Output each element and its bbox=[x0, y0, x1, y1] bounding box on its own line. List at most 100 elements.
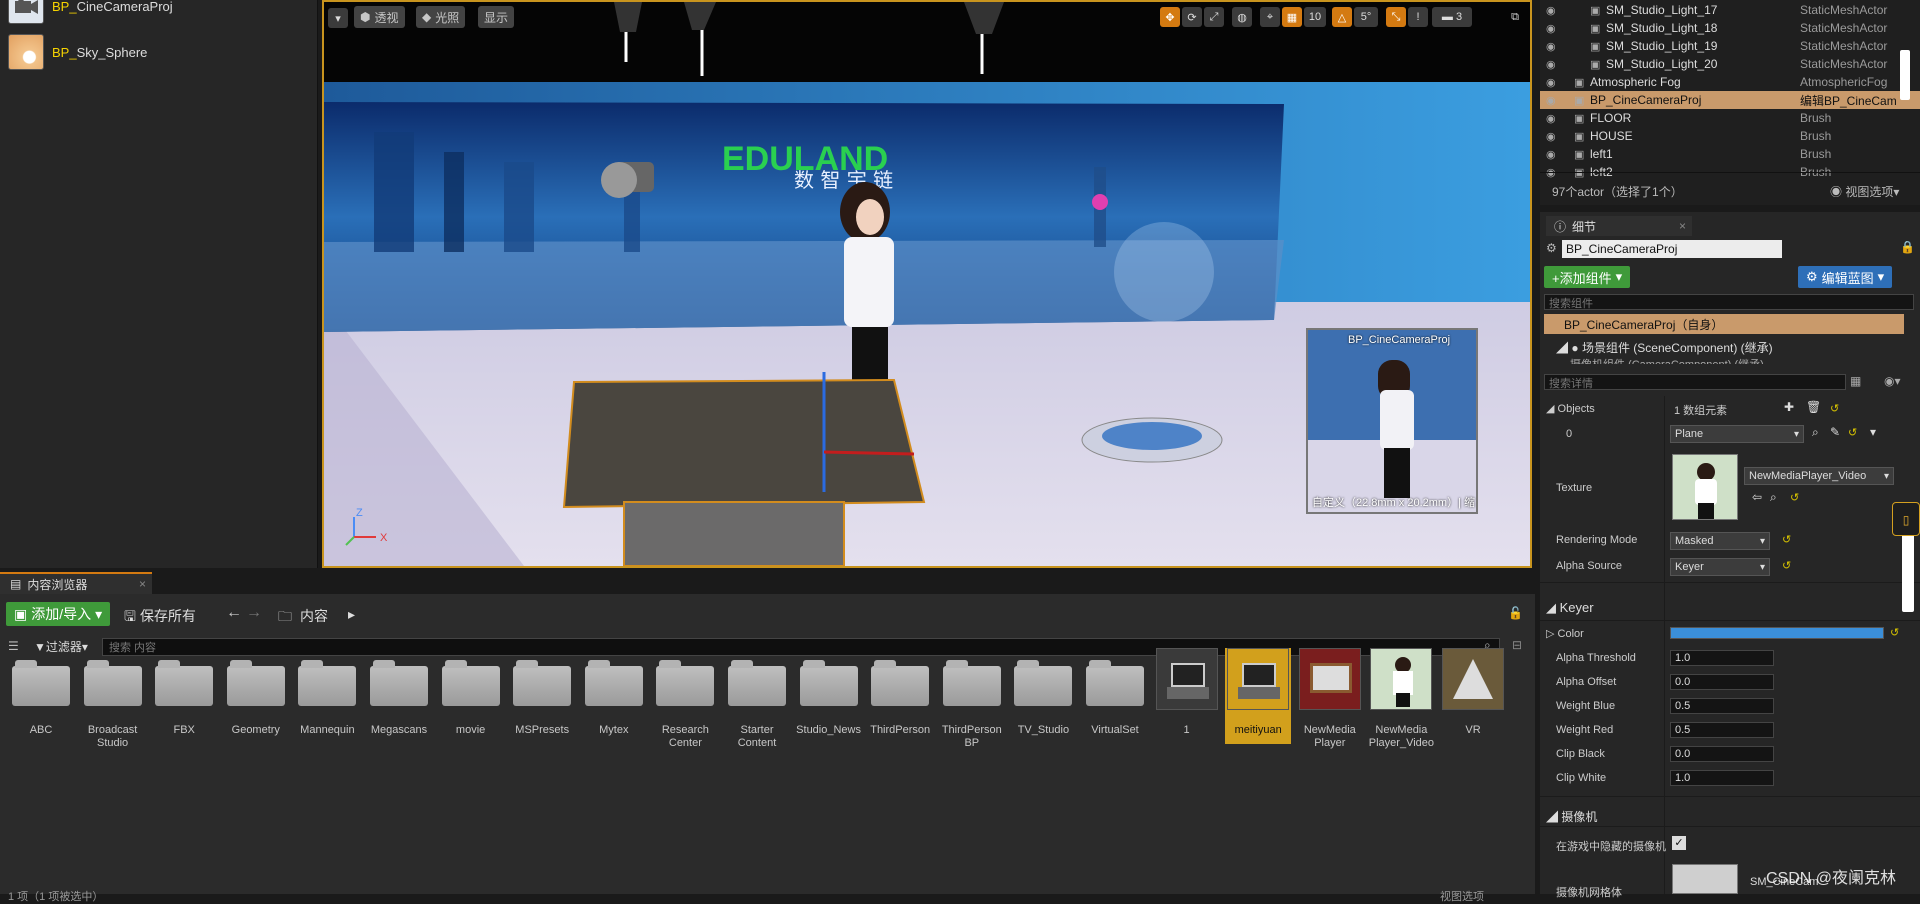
clip-white-input[interactable]: 1.0 bbox=[1670, 770, 1774, 786]
outliner-row[interactable]: ◉ ▣ SM_Studio_Light_17 StaticMeshActor bbox=[1540, 1, 1920, 19]
lock-icon[interactable]: 🔒 bbox=[1900, 240, 1915, 254]
close-icon[interactable]: × bbox=[139, 577, 146, 591]
asset-starter-content[interactable]: Starter Content bbox=[724, 660, 790, 750]
scene-component-row[interactable]: ◢ ● 场景组件 (SceneComponent) (继承) bbox=[1556, 339, 1773, 356]
self-component-row[interactable]: BP_CineCameraProj（自身） bbox=[1544, 314, 1904, 334]
world-space-icon[interactable]: ◍ bbox=[1232, 7, 1252, 27]
search-details-input[interactable]: 搜索详情 bbox=[1544, 374, 1846, 390]
add-component-button[interactable]: +添加组件 ▾ bbox=[1544, 266, 1631, 288]
eye-icon[interactable]: ◉ bbox=[1546, 130, 1556, 143]
perspective-button[interactable]: ⬢ 透视 bbox=[354, 6, 405, 28]
eye-icon[interactable]: ◉ bbox=[1546, 148, 1556, 161]
eye-icon[interactable]: ◉ bbox=[1546, 40, 1556, 53]
outliner-row[interactable]: ◉ ▣ SM_Studio_Light_20 StaticMeshActor bbox=[1540, 55, 1920, 73]
translate-mode-icon[interactable]: ✥ bbox=[1160, 7, 1180, 27]
texture-thumbnail[interactable] bbox=[1672, 454, 1738, 520]
asset-vr[interactable]: VR bbox=[1440, 648, 1506, 737]
surface-snap-icon[interactable]: ⌖ bbox=[1260, 7, 1280, 27]
show-button[interactable]: 显示 bbox=[478, 6, 515, 28]
actor-name-input[interactable]: BP_CineCameraProj bbox=[1562, 240, 1782, 258]
asset-fbx[interactable]: FBX bbox=[151, 660, 217, 737]
use-selected-icon[interactable]: ⇦ bbox=[1752, 490, 1762, 504]
add-element-icon[interactable]: ✚ bbox=[1784, 400, 1794, 414]
forward-arrow-icon[interactable]: → bbox=[246, 604, 262, 622]
asset-mannequin[interactable]: Mannequin bbox=[294, 660, 360, 737]
eye-icon[interactable]: ◉ bbox=[1546, 58, 1556, 71]
tab-details[interactable]: ⓘ 细节 × bbox=[1546, 216, 1692, 236]
outliner-row[interactable]: ◉ ▣ HOUSE Brush bbox=[1540, 127, 1920, 145]
eye-icon[interactable]: ◉ bbox=[1546, 4, 1556, 17]
maximize-viewport-icon[interactable]: ⧉ bbox=[1506, 7, 1524, 27]
eye-icon[interactable]: ◉ bbox=[1546, 94, 1556, 107]
weight-red-input[interactable]: 0.5 bbox=[1670, 722, 1774, 738]
chevron-down-icon[interactable]: ▾ bbox=[1870, 425, 1876, 439]
close-icon[interactable]: × bbox=[1679, 219, 1686, 233]
viewport-options-button[interactable]: ▾ bbox=[328, 8, 348, 28]
hide-camera-checkbox[interactable]: ✓ bbox=[1672, 836, 1686, 850]
edit-blueprint-button[interactable]: ⚙ 编辑蓝图 ▾ bbox=[1798, 266, 1893, 288]
keyer-section[interactable]: ◢ Keyer bbox=[1546, 600, 1594, 616]
outliner-row[interactable]: ◉ ▣ SM_Studio_Light_18 StaticMeshActor bbox=[1540, 19, 1920, 37]
level-viewport[interactable]: EDULAND 数 智 宇 链 Z X ▾ ⬢ 透视 ◆ 光照 显示 ✥ ⟳ ⤢… bbox=[322, 0, 1532, 568]
breadcrumb[interactable]: 🗀 内容 ▸ bbox=[278, 606, 355, 630]
browse-icon[interactable]: ⌕ bbox=[1812, 425, 1819, 440]
asset-abc[interactable]: ABC bbox=[8, 660, 74, 737]
color-swatch[interactable] bbox=[1670, 627, 1884, 639]
asset-meitiyuan[interactable]: meitiyuan bbox=[1225, 648, 1292, 744]
save-all-button[interactable]: 🖫 保存所有 bbox=[124, 606, 196, 630]
asset-studio-news[interactable]: Studio_News bbox=[796, 660, 862, 737]
sidebar-toggle-icon[interactable]: ▯ bbox=[1892, 502, 1920, 536]
outliner-row[interactable]: ◉ ▣ BP_CineCameraProj 编辑BP_CineCam bbox=[1540, 91, 1920, 109]
plane-select[interactable]: Plane bbox=[1670, 425, 1804, 443]
lock-icon[interactable]: 🔓 bbox=[1508, 606, 1523, 620]
asset-newmedia-player-video[interactable]: NewMedia Player_Video bbox=[1368, 648, 1434, 750]
content-view-options[interactable]: 视图选项 bbox=[1440, 888, 1484, 904]
eye-icon[interactable]: ◉ bbox=[1546, 112, 1556, 125]
asset-mspresets[interactable]: MSPresets bbox=[509, 660, 575, 737]
reset-icon[interactable]: ↺ bbox=[1782, 533, 1791, 546]
weight-blue-input[interactable]: 0.5 bbox=[1670, 698, 1774, 714]
rotate-mode-icon[interactable]: ⟳ bbox=[1182, 7, 1202, 27]
search-components-input[interactable]: 搜索组件 bbox=[1544, 294, 1914, 310]
angle-snap-value[interactable]: 5° bbox=[1354, 7, 1378, 27]
grid-snap-value[interactable]: 10 bbox=[1304, 7, 1326, 27]
scale-snap-icon[interactable]: ⤡ bbox=[1386, 7, 1406, 27]
scale-mode-icon[interactable]: ⤢ bbox=[1204, 7, 1224, 27]
outliner-scrollbar[interactable] bbox=[1900, 50, 1910, 100]
scale-snap-toggle[interactable]: ! bbox=[1408, 7, 1428, 27]
lit-mode-button[interactable]: ◆ 光照 bbox=[416, 6, 466, 28]
browse-icon[interactable]: ⌕ bbox=[1770, 490, 1777, 505]
pick-icon[interactable]: ✎ bbox=[1830, 425, 1840, 439]
asset-movie[interactable]: movie bbox=[438, 660, 504, 737]
asset-geometry[interactable]: Geometry bbox=[223, 660, 289, 737]
back-arrow-icon[interactable]: ← bbox=[226, 604, 242, 622]
asset-research-center[interactable]: Research Center bbox=[652, 660, 718, 750]
camera-component-row[interactable]: 摄像机组件 (CameraComponent) (继承) bbox=[1570, 356, 1764, 364]
reset-icon[interactable]: ↺ bbox=[1830, 402, 1839, 415]
place-item-cinecamera[interactable]: BP_CineCameraProj bbox=[8, 0, 173, 24]
reset-icon[interactable]: ↺ bbox=[1782, 559, 1791, 572]
alpha-offset-input[interactable]: 0.0 bbox=[1670, 674, 1774, 690]
place-item-skysphere[interactable]: BP_Sky_Sphere bbox=[8, 34, 147, 70]
asset-1[interactable]: 1 bbox=[1154, 648, 1220, 737]
outliner-row[interactable]: ◉ ▣ SM_Studio_Light_19 StaticMeshActor bbox=[1540, 37, 1920, 55]
asset-virtualset[interactable]: VirtualSet bbox=[1082, 660, 1148, 737]
alpha-source-select[interactable]: Keyer bbox=[1670, 558, 1770, 576]
reset-icon[interactable]: ↺ bbox=[1890, 626, 1899, 639]
property-matrix-icon[interactable]: ▦ bbox=[1850, 374, 1861, 388]
texture-select[interactable]: NewMediaPlayer_Video bbox=[1744, 467, 1894, 485]
grid-snap-icon[interactable]: ▦ bbox=[1282, 7, 1302, 27]
camera-mesh-thumbnail[interactable] bbox=[1672, 864, 1738, 894]
asset-mytex[interactable]: Mytex bbox=[581, 660, 647, 737]
visibility-filter-icon[interactable]: ◉▾ bbox=[1884, 374, 1901, 388]
sources-toggle-icon[interactable]: ☰ bbox=[8, 639, 28, 655]
camera-section[interactable]: ◢ 摄像机 bbox=[1546, 808, 1597, 825]
outliner-row[interactable]: ◉ ▣ FLOOR Brush bbox=[1540, 109, 1920, 127]
outliner-row[interactable]: ◉ ▣ left1 Brush bbox=[1540, 145, 1920, 163]
rendering-mode-select[interactable]: Masked bbox=[1670, 532, 1770, 550]
reset-icon[interactable]: ↺ bbox=[1790, 491, 1799, 504]
asset-thirdperson-bp[interactable]: ThirdPerson BP bbox=[939, 660, 1005, 750]
add-import-button[interactable]: ▣ 添加/导入 ▾ bbox=[6, 602, 111, 626]
reset-icon[interactable]: ↺ bbox=[1848, 426, 1857, 439]
outliner-view-options[interactable]: ◉ 视图选项▾ bbox=[1830, 183, 1899, 200]
